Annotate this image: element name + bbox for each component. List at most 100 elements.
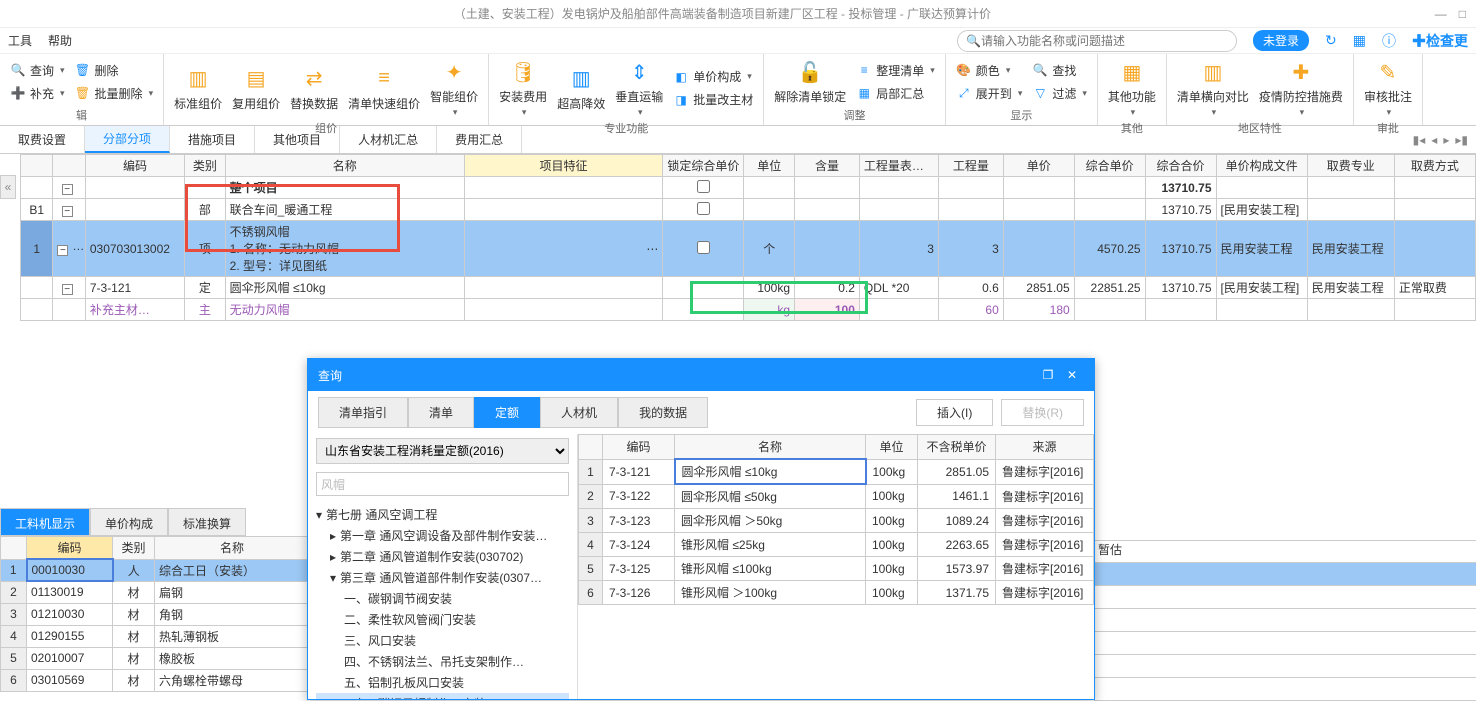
row-whole-project[interactable]: − 整个项目 13710.75 [21, 177, 1476, 199]
bcol-code[interactable]: 编码 [27, 537, 113, 560]
col-unit[interactable]: 单位 [744, 155, 795, 177]
install-fee-button[interactable]: 🛢安装费用▾ [495, 56, 551, 120]
material-row[interactable]: 100010030人综合工日（安装） [1, 559, 310, 581]
bcol-name[interactable]: 名称 [155, 537, 310, 560]
nav-next-icon[interactable]: ▸ [1443, 133, 1449, 147]
dialog-close-icon[interactable]: ✕ [1060, 368, 1084, 382]
col-tree[interactable] [53, 155, 85, 177]
col-comp-total[interactable]: 综合合价 [1145, 155, 1216, 177]
color-button[interactable]: 🎨颜色▾ [952, 60, 1027, 81]
find-button[interactable]: 🔍查找 [1028, 60, 1091, 81]
row-quota[interactable]: − 7-3-121 定 圆伞形风帽 ≤10kg 100kg 0.2 QDL *2… [21, 277, 1476, 299]
tidy-list-button[interactable]: ≡整理清单▾ [852, 60, 939, 81]
tab-fee-sum[interactable]: 费用汇总 [437, 126, 522, 153]
filter-input[interactable] [316, 472, 569, 496]
row-item-selected[interactable]: 1 −🔒 030703013002 项 不锈钢风帽 1. 名称：无动力风帽 2.… [21, 221, 1476, 277]
side-collapse-handle[interactable]: « [0, 175, 16, 199]
tab-fee-setting[interactable]: 取费设置 [0, 126, 85, 153]
maximize-button[interactable]: □ [1459, 7, 1466, 21]
menu-tool[interactable]: 工具 [8, 32, 32, 49]
reuse-price-button[interactable]: ▤复用组价 [228, 63, 284, 114]
replace-data-button[interactable]: ⇄替换数据 [286, 63, 342, 114]
dlg-tab-list[interactable]: 清单 [408, 397, 474, 428]
dcol-code[interactable]: 编码 [603, 435, 675, 460]
sync-icon[interactable]: ↻ [1325, 32, 1337, 49]
material-row[interactable]: 401290155材热轧薄钢板 [1, 625, 310, 647]
material-row[interactable]: 301210030材角钢 [1, 603, 310, 625]
tree-toggle-icon[interactable]: − [57, 245, 68, 256]
bureau-sum-button[interactable]: ▦局部汇总 [852, 83, 939, 104]
quota-row[interactable]: 57-3-125锥形风帽 ≤100kg100kg1573.97鲁建标字[2016… [579, 557, 1094, 581]
bottom-tab-gljx[interactable]: 工料机显示 [0, 508, 90, 536]
lock-checkbox[interactable] [697, 180, 710, 193]
material-row[interactable]: 603010569材六角螺栓带螺母 [1, 669, 310, 691]
dcol-unit[interactable]: 单位 [866, 435, 918, 460]
col-file[interactable]: 单价构成文件 [1216, 155, 1307, 177]
dcol-name[interactable]: 名称 [675, 435, 866, 460]
nav-first-icon[interactable]: ▮◂ [1413, 133, 1426, 147]
col-qty[interactable]: 工程量 [938, 155, 1003, 177]
batch-delete-button[interactable]: 🗑批量删除▾ [71, 83, 158, 104]
super-drop-button[interactable]: ▥超高降效 [553, 63, 609, 114]
tree-toggle-icon[interactable]: − [62, 206, 73, 217]
col-lock[interactable]: 锁定综合单价 [663, 155, 744, 177]
grid-icon[interactable]: ▦ [1353, 32, 1366, 49]
dcol-price[interactable]: 不含税单价 [918, 435, 996, 460]
bottom-tab-djgc[interactable]: 单价构成 [90, 508, 168, 536]
col-qty-expr[interactable]: 工程量表达式 [859, 155, 938, 177]
lock-checkbox[interactable] [697, 202, 710, 215]
col-code[interactable]: 编码 [85, 155, 184, 177]
batch-main-button[interactable]: ◨批量改主材 [669, 89, 757, 110]
lock-checkbox[interactable] [697, 241, 710, 254]
quota-row[interactable]: 27-3-122圆伞形风帽 ≤50kg100kg1461.1鲁建标字[2016] [579, 484, 1094, 509]
bottom-tab-bzhs[interactable]: 标准换算 [168, 508, 246, 536]
quota-row[interactable]: 17-3-121圆伞形风帽 ≤10kg100kg2851.05鲁建标字[2016… [579, 459, 1094, 484]
unit-comp-button[interactable]: ◧单价构成▾ [669, 66, 757, 87]
login-badge[interactable]: 未登录 [1253, 30, 1309, 51]
filter-button[interactable]: ▽过滤▾ [1028, 83, 1091, 104]
col-name[interactable]: 名称 [225, 155, 464, 177]
col-idx[interactable] [21, 155, 53, 177]
delete-button[interactable]: 🗑删除 [71, 60, 158, 81]
bcol-type[interactable]: 类别 [113, 537, 155, 560]
std-price-button[interactable]: ▥标准组价 [170, 63, 226, 114]
row-supplement[interactable]: 补充主材… 主 无动力风帽 kg 100 60 180 [21, 299, 1476, 321]
function-search[interactable]: 🔍 [957, 30, 1237, 52]
norm-select[interactable]: 山东省安装工程消耗量定额(2016) [316, 438, 569, 464]
col-content[interactable]: 含量 [795, 155, 860, 177]
function-search-input[interactable] [981, 34, 1228, 48]
quota-row[interactable]: 47-3-124锥形风帽 ≤25kg100kg2263.65鲁建标字[2016] [579, 533, 1094, 557]
menu-help[interactable]: 帮助 [48, 32, 72, 49]
dialog-restore-icon[interactable]: ❐ [1036, 368, 1060, 382]
review-button[interactable]: ✎审核批注▾ [1360, 56, 1416, 120]
check-update-button[interactable]: ✚检查更 [1412, 31, 1468, 51]
dlg-tab-quota[interactable]: 定额 [474, 397, 540, 428]
col-prof[interactable]: 取费专业 [1307, 155, 1394, 177]
dialog-titlebar[interactable]: 查询 ❐ ✕ [308, 359, 1094, 391]
quota-row[interactable]: 67-3-126锥形风帽 ＞100kg100kg1371.75鲁建标字[2016… [579, 581, 1094, 605]
vert-trans-button[interactable]: ⇕垂直运输▾ [611, 56, 667, 120]
supplement-button[interactable]: ➕补充▾ [6, 83, 69, 104]
norm-tree[interactable]: ▾第七册 通风空调工程 ▸第一章 通风空调设备及部件制作安装… ▸第二章 通风管… [308, 500, 577, 699]
tab-partial[interactable]: 分部分项 [85, 126, 170, 153]
minimize-button[interactable]: — [1435, 7, 1447, 21]
material-row[interactable]: 502010007材橡胶板 [1, 647, 310, 669]
horiz-compare-button[interactable]: ▥清单横向对比▾ [1173, 56, 1253, 120]
smart-price-button[interactable]: ✦智能组价▾ [426, 56, 482, 120]
tab-measure[interactable]: 措施项目 [170, 126, 255, 153]
dlg-tab-guide[interactable]: 清单指引 [318, 397, 408, 428]
expand-button[interactable]: ⤢展开到▾ [952, 83, 1027, 104]
dlg-tab-mydata[interactable]: 我的数据 [618, 397, 708, 428]
row-section[interactable]: B1 − 部 联合车间_暖通工程 13710.75 [民用安装工程] [21, 199, 1476, 221]
express-price-button[interactable]: ≡清单快速组价 [344, 63, 424, 114]
tree-toggle-icon[interactable]: − [62, 184, 73, 195]
col-mode[interactable]: 取费方式 [1394, 155, 1475, 177]
epidemic-fee-button[interactable]: ✚疫情防控措施费▾ [1255, 56, 1347, 120]
material-row[interactable]: 201130019材扁钢 [1, 581, 310, 603]
query-button[interactable]: 🔍查询▾ [6, 60, 69, 81]
other-fn-button[interactable]: ▦其他功能▾ [1104, 56, 1160, 120]
insert-button[interactable]: 插入(I) [916, 399, 993, 426]
nav-prev-icon[interactable]: ◂ [1431, 133, 1437, 147]
unlock-list-button[interactable]: 🔓解除清单锁定 [770, 56, 850, 107]
col-type[interactable]: 类别 [185, 155, 226, 177]
